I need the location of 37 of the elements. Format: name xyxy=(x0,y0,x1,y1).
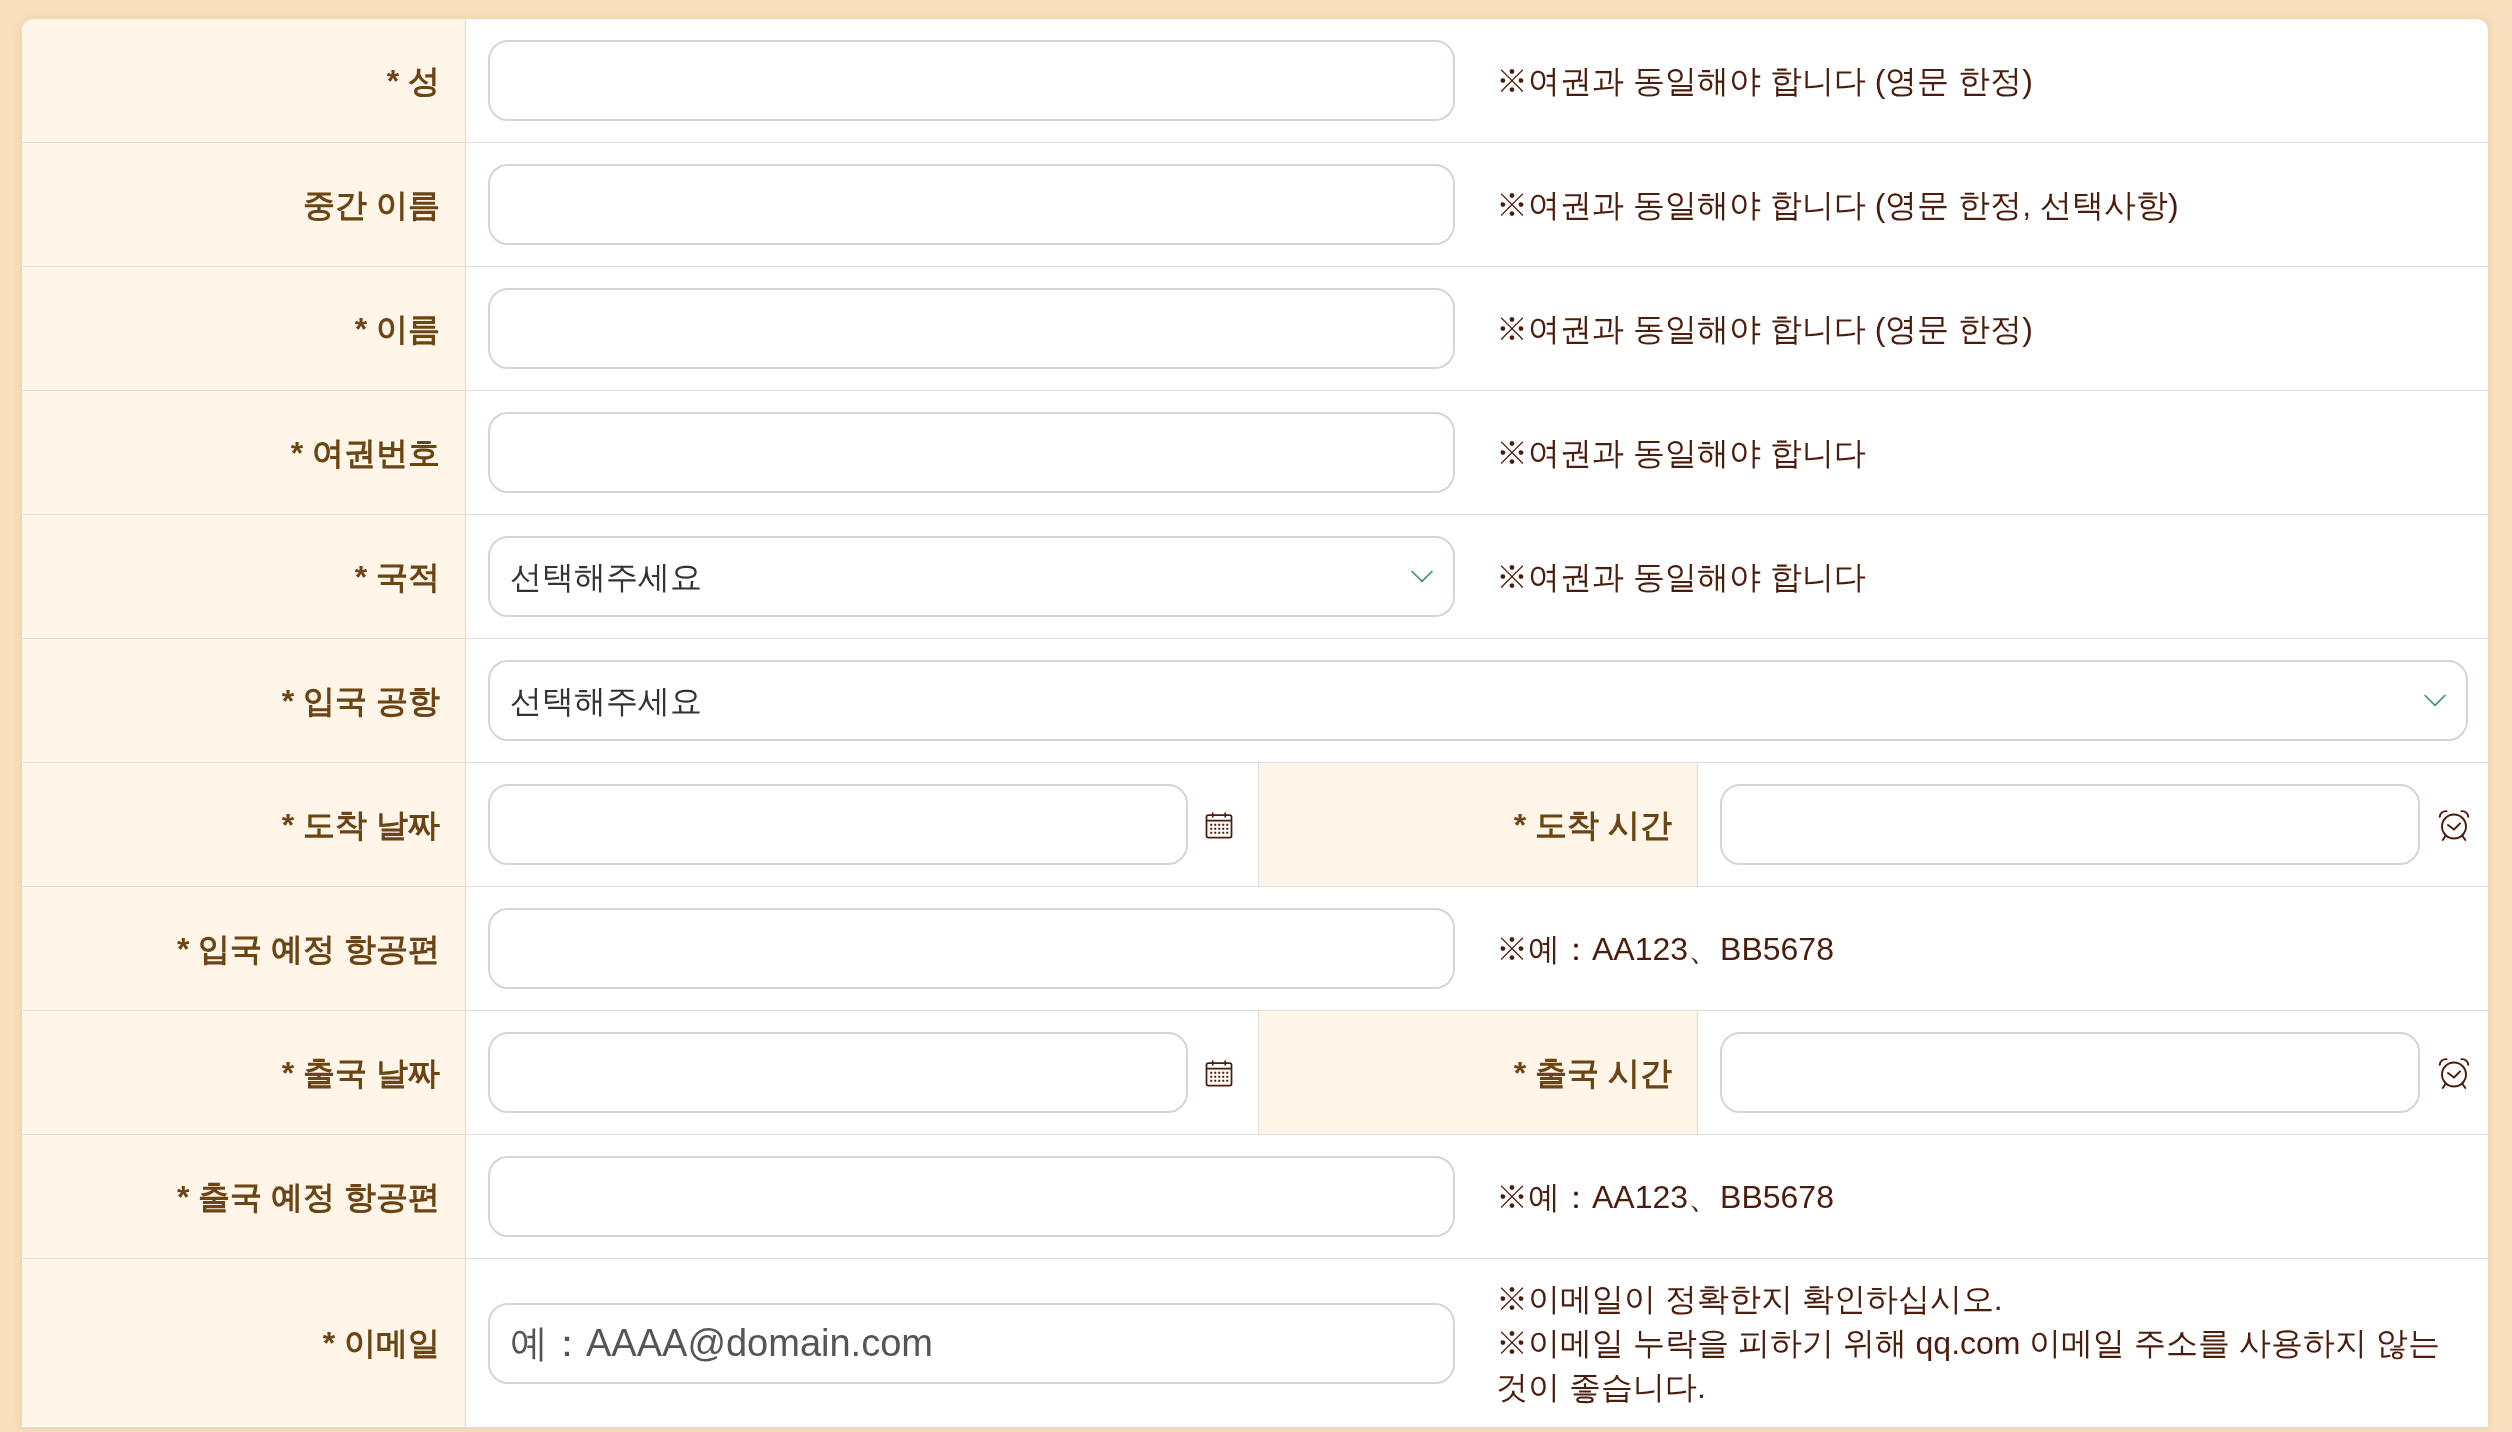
text-input[interactable] xyxy=(488,412,1455,493)
text-input[interactable] xyxy=(488,40,1455,121)
field-label: * 입국 예정 항공편 xyxy=(176,929,440,969)
field-label: * 성 xyxy=(386,61,440,101)
text-input[interactable]: 예：AAAA@domain.com xyxy=(488,1302,1455,1384)
field-note: ※예：AA123、BB5678 xyxy=(1496,1177,1835,1217)
text-input[interactable] xyxy=(488,908,1455,989)
text-input[interactable] xyxy=(1720,1032,2420,1113)
field-note: ※예：AA123、BB5678 xyxy=(1496,929,1835,969)
field-label: * 여권번호 xyxy=(290,433,440,473)
text-input[interactable] xyxy=(488,288,1455,369)
field-label: * 이메일 xyxy=(322,1324,440,1363)
field-label: * 출국 예정 항공편 xyxy=(176,1177,440,1217)
field-note: ※이메일이 정확한지 확인하십시오. xyxy=(1496,1280,2004,1319)
text-input[interactable] xyxy=(488,1032,1188,1113)
select-dropdown[interactable]: 선택해주세요 xyxy=(488,660,2468,741)
text-input[interactable] xyxy=(488,784,1188,865)
chevron-down-icon xyxy=(2424,693,2446,708)
field-note: ※여권과 동일해야 합니다 (영문 한정, 선택사항) xyxy=(1496,185,2180,225)
field-note: ※이메일 누락을 피하기 위해 qq.com 이메일 주소를 사용하지 않는 것이 좋습니다. xyxy=(1496,1324,2442,1407)
field-note: ※여권과 동일해야 합니다 (영문 한정) xyxy=(1496,61,2034,101)
field-label: * 도착 시간 xyxy=(1513,805,1672,845)
field-note: ※여권과 동일해야 합니다 (영문 한정) xyxy=(1496,309,2034,349)
field-label: * 이름 xyxy=(354,309,440,349)
chevron-down-icon xyxy=(1411,569,1433,584)
text-input[interactable] xyxy=(1720,784,2420,865)
field-label: * 출국 시간 xyxy=(1513,1053,1672,1093)
field-label: * 도착 날짜 xyxy=(281,805,440,845)
text-input[interactable] xyxy=(488,1156,1455,1237)
select-dropdown[interactable]: 선택해주세요 xyxy=(488,536,1455,617)
field-note: ※여권과 동일해야 합니다 xyxy=(1496,557,1867,597)
field-label: * 입국 공항 xyxy=(281,681,440,721)
field-label: * 출국 날짜 xyxy=(281,1053,440,1093)
field-label: 중간 이름 xyxy=(303,185,440,225)
text-input[interactable] xyxy=(488,164,1455,245)
field-label: * 국적 xyxy=(354,557,440,597)
field-note: ※여권과 동일해야 합니다 xyxy=(1496,433,1867,473)
